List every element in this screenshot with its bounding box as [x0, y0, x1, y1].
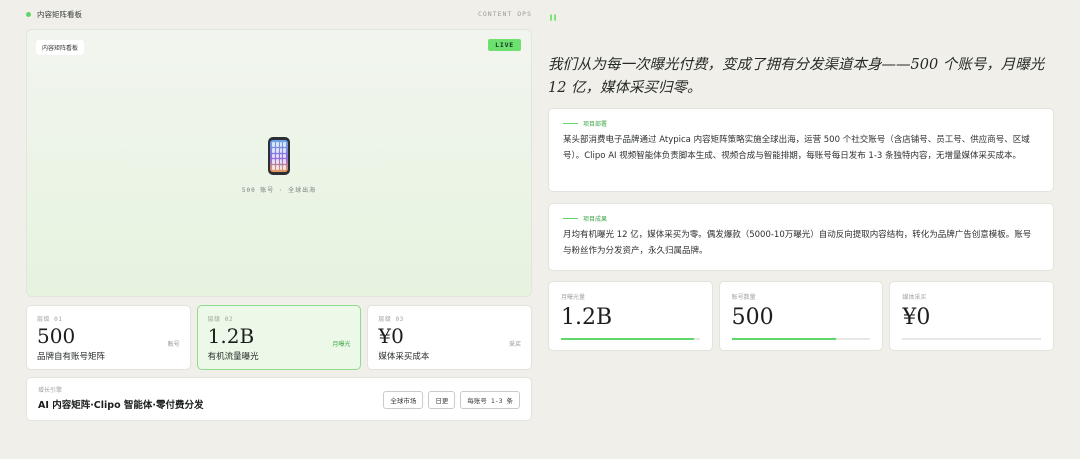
chip-daily[interactable]: 日更 [428, 391, 456, 409]
phone-illustration: 500 账号 · 全球出海 [27, 137, 531, 194]
metric-label: 账号数量 [731, 294, 756, 301]
smartphone-icon [268, 137, 290, 175]
metric-value: ¥0 [902, 305, 931, 330]
metric-progress-track [902, 338, 1042, 340]
layer-level: 层级 02 [207, 316, 234, 323]
growth-engine-card: 增长引擎 AI 内容矩阵·Clipo 智能体·零付费分发 全球市场 日更 每账号… [26, 377, 532, 421]
topbar: 内容矩阵看板 CONTENT OPS [26, 8, 532, 20]
results-tag: 项目成果 [563, 214, 1039, 223]
metric-progress-fill [561, 338, 695, 340]
layer-level: 层级 03 [378, 316, 404, 323]
deployment-tag: 项目部署 [563, 119, 1039, 128]
layer-card-03[interactable]: 层级 03 ¥0 媒体采买成本 采买 [367, 305, 533, 370]
layer-cards: 层级 01 500 品牌自有账号矩阵 账号 层级 02 1.2B 有机流量曝光 … [26, 305, 533, 370]
section-label: CONTENT OPS [477, 10, 532, 18]
layer-level: 层级 01 [37, 316, 63, 323]
metric-value: 500 [731, 305, 774, 330]
testimonial-quote: 我们从为每一次曝光付费，变成了拥有分发渠道本身——500 个账号，月曝光 12 … [548, 57, 1045, 96]
results-tag-label: 项目成果 [583, 216, 608, 223]
hero-panel: 内容矩阵看板 LIVE 500 账号 · 全球出海 [26, 29, 532, 297]
layer-desc: 有机流量曝光 [207, 352, 259, 362]
status-dot-icon [26, 11, 31, 17]
tag-line-icon [563, 218, 578, 219]
brand: 内容矩阵看板 [26, 9, 82, 20]
layer-value: 500 [37, 324, 76, 348]
layer-unit: 月曝光 [332, 341, 351, 348]
hero-caption: 500 账号 · 全球出海 [241, 187, 317, 194]
live-badge: LIVE [488, 39, 521, 51]
metrics-row: 月曝光量 1.2B 账号数量 500 媒体采买 ¥0 [548, 281, 1055, 351]
layer-card-01[interactable]: 层级 01 500 品牌自有账号矩阵 账号 [26, 305, 191, 370]
layer-unit: 采买 [509, 341, 522, 348]
layer-unit: 账号 [167, 341, 180, 348]
quote-mark-icon: " [548, 12, 559, 37]
engine-chips: 全球市场 日更 每账号 1-3 条 [383, 391, 520, 409]
metric-label: 月曝光量 [561, 294, 586, 301]
metric-account-count: 账号数量 500 [718, 281, 884, 351]
hero-tag: 内容矩阵看板 [36, 40, 85, 55]
metric-progress-track [561, 338, 700, 340]
deployment-tag-label: 项目部署 [583, 121, 608, 128]
layer-desc: 品牌自有账号矩阵 [37, 352, 106, 362]
layer-value: 1.2B [207, 324, 255, 348]
chip-global-market[interactable]: 全球市场 [383, 391, 424, 409]
tag-line-icon [563, 123, 578, 124]
chip-per-account[interactable]: 每账号 1-3 条 [460, 391, 520, 409]
layer-card-02[interactable]: 层级 02 1.2B 有机流量曝光 月曝光 [196, 305, 362, 370]
deployment-card: 项目部署 某头部消费电子品牌通过 Atypica 内容矩阵策略实施全球出海，运营… [548, 108, 1054, 192]
results-body: 月均有机曝光 12 亿，媒体采买为零。偶发爆款（5000-10万曝光）自动反向提… [563, 230, 1032, 256]
results-card: 项目成果 月均有机曝光 12 亿，媒体采买为零。偶发爆款（5000-10万曝光）… [548, 203, 1054, 271]
metric-progress-track [731, 338, 871, 340]
metric-monthly-exposure: 月曝光量 1.2B [548, 281, 713, 351]
deployment-body: 某头部消费电子品牌通过 Atypica 内容矩阵策略实施全球出海，运营 500 … [563, 135, 1030, 161]
layer-value: ¥0 [378, 324, 404, 348]
metric-value: 1.2B [561, 305, 613, 330]
metric-media-buying: 媒体采买 ¥0 [889, 281, 1055, 351]
layer-desc: 媒体采买成本 [378, 352, 430, 362]
metric-label: 媒体采买 [902, 294, 927, 301]
metric-progress-fill [731, 338, 836, 340]
brand-title: 内容矩阵看板 [37, 9, 82, 19]
